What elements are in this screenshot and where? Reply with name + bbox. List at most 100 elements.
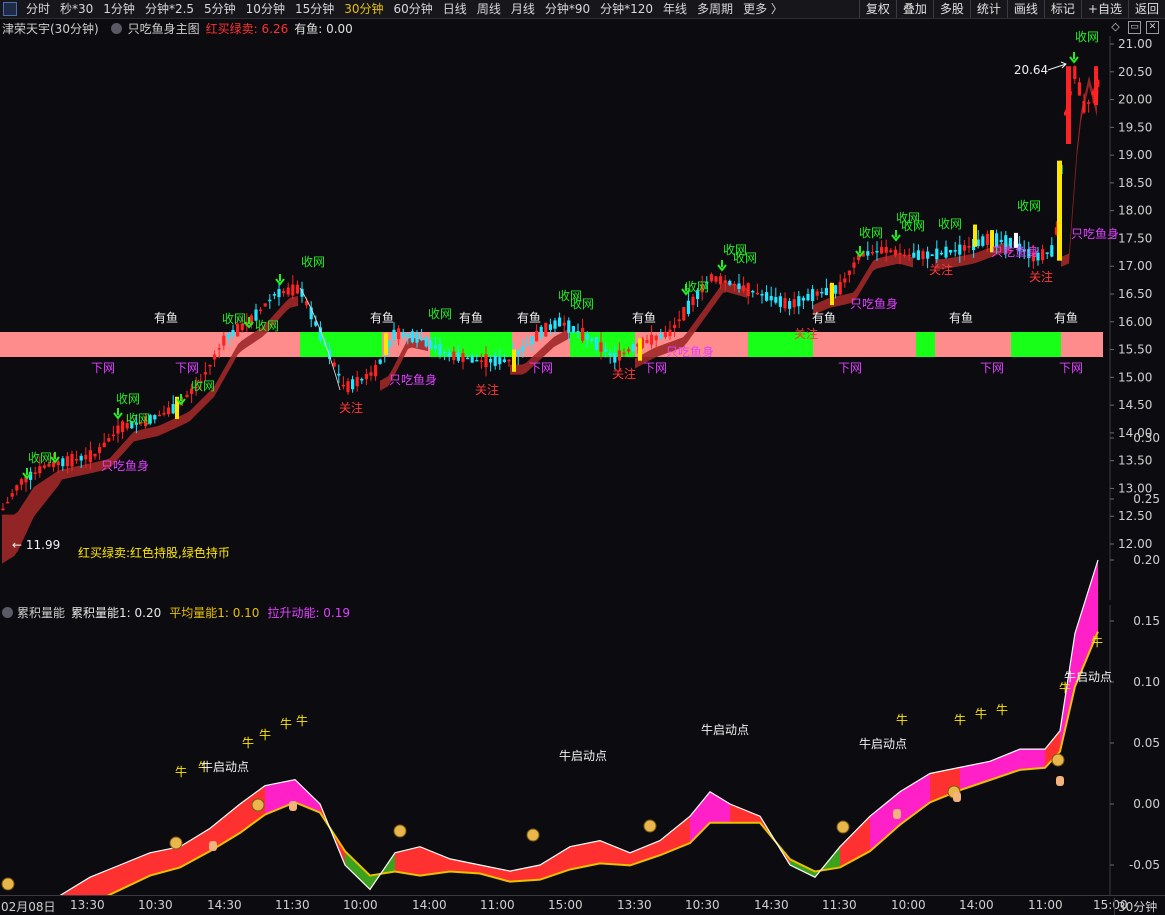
candle-body [102,442,106,448]
energy-fill [265,779,295,815]
candle-body [493,355,497,366]
energy-fill [600,840,630,866]
price-tick-label: 21.00 [1118,37,1152,51]
time-label: 14:00 [959,898,994,912]
candle-body [783,298,787,309]
candle-body [558,317,562,327]
candle-body [213,354,217,360]
candle-body-highlight [638,338,642,361]
candle-body [424,337,428,347]
time-label: 13:30 [70,898,105,912]
candle-body [185,394,189,397]
sub-indicator-name[interactable]: 累积量能 [17,604,65,621]
candle-body [346,381,350,393]
candle-body [387,340,391,348]
hand-pointer-icon [953,792,961,802]
candle-body [470,355,474,363]
rise-momentum-value: 拉升动能: 0.19 [267,605,351,620]
candle-body [369,372,373,376]
candle-body [893,249,897,256]
price-chart[interactable]: 21.00 20.50 20.00 19.50 19.00 18.50 18.00 17.50… [0,0,1165,600]
money-bag-icon [526,828,540,842]
time-label: 10:00 [891,898,926,912]
candle-body [65,456,69,467]
candle-body [742,285,746,291]
candle-body [461,353,465,362]
candle-body [916,250,920,260]
candle-body [617,350,621,361]
energy-fill [1060,633,1075,752]
annotation-xiawang: 下网 [980,361,1004,375]
annotation-youyu: 有鱼 [370,311,394,325]
candle-body [962,245,966,251]
energy-fill [760,816,790,865]
candle-body [282,291,286,294]
candle-body [111,434,115,437]
candle-body [723,280,727,283]
candle-body [884,247,888,253]
annotation-xiawang: 下网 [175,361,199,375]
candle-body [847,270,851,275]
candle-body [226,333,230,339]
candle-body [686,300,690,314]
legend-note: 红买绿卖:红色持股,绿色持币 [78,545,230,560]
annotation-guanzhu: 关注 [794,326,818,341]
time-label: 15:00 [548,898,583,912]
candle-body [875,250,879,253]
annotation-youyu: 有鱼 [459,311,483,325]
candle-body [806,293,810,301]
money-bag-icon [1,877,15,891]
energy-fill [320,804,345,865]
candle-body [351,379,355,390]
candle-body [594,337,598,350]
candle-body [153,415,157,420]
candle-body [479,360,483,362]
time-axis: 02月08日 13:30 10:30 14:30 11:30 10:00 14:00 11:0… [0,895,1165,915]
annotation-youyu: 有鱼 [812,311,836,325]
candle-body [15,485,19,491]
high-price-label: 20.64 [1014,63,1048,77]
candle-body [811,289,815,302]
candle-body [56,461,60,466]
annotation-zhichiyushen: 只吃鱼身 [666,344,714,359]
annotation-shouwang: 收网 [28,451,52,465]
candle-body [622,352,626,355]
candle-body [544,322,548,337]
candle-body [498,357,502,365]
high-price-arrow-icon [1047,61,1067,71]
energy-fill [660,816,690,856]
time-label: 02月08日 [1,900,56,914]
candle-body [650,334,654,345]
sub-indicator-settings-icon[interactable] [2,606,13,618]
candle-body [778,296,782,307]
energy-fill [730,804,760,823]
annotation-shouwang: 收网 [938,217,962,231]
candle-body [999,239,1003,243]
candle-body [880,247,884,254]
price-tick-label: 20.00 [1118,93,1152,107]
signal-band-green-segment [916,332,935,357]
candle-body [958,244,962,255]
energy-fill [1045,730,1060,768]
candle-body [75,459,79,461]
annotation-xiawang: 下网 [91,361,115,375]
candle-body [355,377,359,387]
period-indicator[interactable]: 30分钟 [1114,898,1157,915]
time-label: 14:30 [754,898,789,912]
candle-body-highlight [1057,160,1062,261]
energy-fill [395,846,420,876]
candle-body [562,322,566,326]
candle-body [654,335,658,341]
candle-body [590,339,594,341]
energy-fill [420,846,450,876]
annotation-youyu: 有鱼 [949,311,973,325]
candle-body [447,352,451,357]
candle-body [682,307,686,321]
annotation-guanzhu: 关注 [612,366,636,381]
signal-annotations: 收网收网收网收网收网 收网收网收网收网收网收网收网收网收网收网收网 收网收网收网有鱼… [22,30,1119,480]
annotation-shouwang: 收网 [255,319,279,333]
money-bag-icon [169,836,183,850]
energy-fill [870,791,900,852]
energy-fill [690,791,710,844]
price-tick-label: 18.00 [1118,204,1152,218]
